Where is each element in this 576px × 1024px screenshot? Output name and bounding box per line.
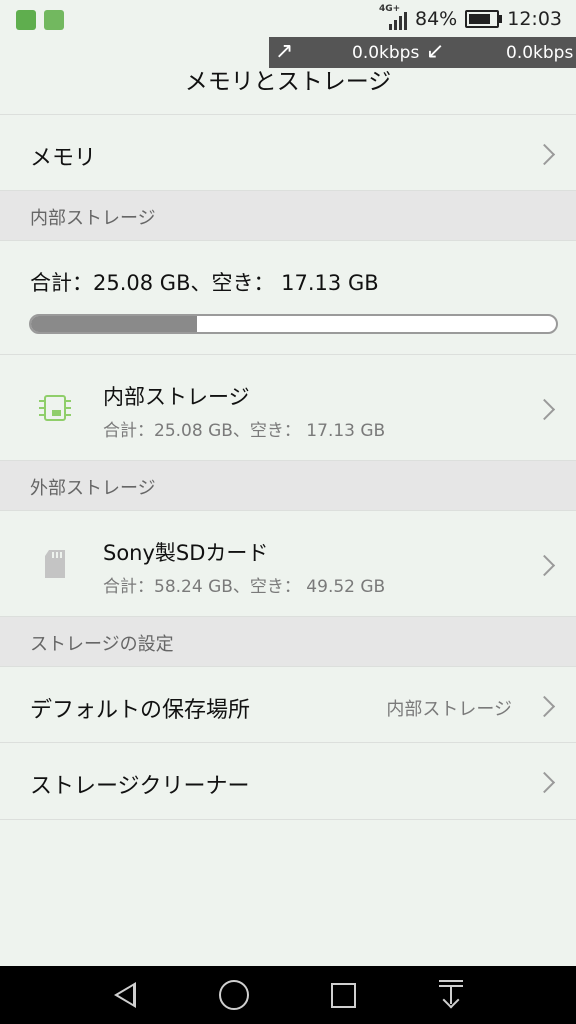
battery-icon: [465, 10, 503, 28]
status-bar: 4G+ 84% 12:03: [0, 0, 576, 40]
recents-icon[interactable]: [331, 983, 356, 1008]
item-subtitle: 合計：58.24 GB、空き： 49.52 GB: [103, 577, 386, 597]
chevron-right-icon: [533, 398, 556, 421]
internal-storage-section-header: 内部ストレージ: [0, 190, 576, 241]
signal-icon: 4G+: [379, 4, 407, 30]
notification-icons: [16, 10, 64, 30]
storage-usage-fill: [31, 316, 198, 332]
default-location-value: 内部ストレージ: [386, 699, 512, 720]
storage-usage-bar: [29, 314, 558, 334]
external-storage-section-header: 外部ストレージ: [0, 460, 576, 511]
sd-card-icon: [45, 550, 65, 578]
storage-total-text: 合計：25.08 GB、空き： 17.13 GB: [30, 271, 379, 295]
app-notification-icon: [44, 10, 64, 30]
chevron-right-icon: [533, 554, 556, 577]
clock: 12:03: [507, 8, 562, 30]
default-location-row[interactable]: デフォルトの保存場所 内部ストレージ: [0, 666, 576, 743]
home-icon[interactable]: [219, 980, 249, 1010]
battery-percent: 84%: [415, 8, 458, 30]
default-location-label: デフォルトの保存場所: [30, 698, 251, 723]
memory-row[interactable]: メモリ: [0, 114, 576, 191]
chevron-right-icon: [533, 771, 556, 794]
status-indicators: 4G+ 84% 12:03: [379, 4, 562, 30]
memory-label: メモリ: [30, 146, 97, 171]
item-title: 内部ストレージ: [103, 385, 250, 409]
item-title: Sony製SDカード: [103, 541, 269, 565]
section-label: 外部ストレージ: [30, 478, 156, 499]
storage-cleaner-row[interactable]: ストレージクリーナー: [0, 742, 576, 820]
chip-icon: [39, 395, 71, 421]
section-label: ストレージの設定: [30, 634, 174, 655]
storage-cleaner-label: ストレージクリーナー: [30, 774, 250, 799]
internal-storage-summary: 合計：25.08 GB、空き： 17.13 GB: [0, 240, 576, 355]
back-icon[interactable]: [114, 982, 136, 1008]
navigation-bar: [0, 966, 576, 1024]
section-label: 内部ストレージ: [30, 208, 156, 229]
page-title: メモリとストレージ: [184, 69, 392, 95]
sd-card-item[interactable]: Sony製SDカード 合計：58.24 GB、空き： 49.52 GB: [0, 510, 576, 617]
item-subtitle: 合計：25.08 GB、空き： 17.13 GB: [103, 421, 386, 441]
app-bar: メモリとストレージ: [0, 40, 576, 114]
chevron-right-icon: [533, 143, 556, 166]
internal-storage-item[interactable]: 内部ストレージ 合計：25.08 GB、空き： 17.13 GB: [0, 354, 576, 461]
notification-shade-icon[interactable]: [439, 980, 463, 1010]
sim-card-icon: [16, 10, 36, 30]
chevron-right-icon: [533, 695, 556, 718]
storage-settings-section-header: ストレージの設定: [0, 616, 576, 667]
